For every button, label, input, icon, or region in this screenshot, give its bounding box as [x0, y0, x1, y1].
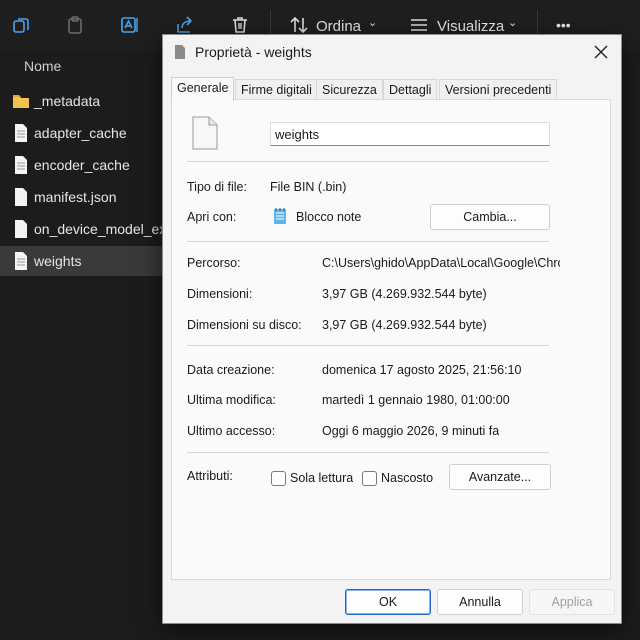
notepad-icon	[274, 208, 286, 224]
file-icon	[15, 220, 27, 238]
sort-button-label[interactable]: Ordina	[316, 18, 361, 35]
list-item[interactable]: manifest.json	[0, 182, 170, 212]
file-type-icon	[192, 116, 218, 150]
dialog-title: Proprietà - weights	[195, 44, 312, 60]
open-with-value: Blocco note	[296, 210, 362, 224]
accessed-label: Ultimo accesso:	[187, 424, 276, 438]
tab-versioni-precedenti[interactable]: Versioni precedenti	[439, 79, 558, 99]
file-name: manifest.json	[34, 189, 117, 205]
view-button-label[interactable]: Visualizza	[437, 18, 504, 35]
path-value: C:\Users\ghido\AppData\Local\Google\Chro…	[322, 256, 560, 270]
list-item[interactable]: encoder_cache	[0, 150, 170, 180]
sort-chevron-icon[interactable]: ⌄	[368, 16, 377, 29]
general-panel: Tipo di file: File BIN (.bin) Apri con: …	[171, 99, 611, 580]
modified-label: Ultima modifica:	[187, 393, 276, 407]
file-icon	[15, 124, 27, 142]
hidden-checkbox[interactable]	[362, 471, 377, 486]
view-chevron-icon[interactable]: ⌄	[508, 16, 517, 29]
disk-size-value: 3,97 GB (4.269.932.544 byte)	[322, 318, 487, 332]
rename-icon[interactable]	[117, 12, 143, 38]
type-value: File BIN (.bin)	[270, 180, 347, 194]
file-name: weights	[34, 253, 82, 269]
tab-dettagli[interactable]: Dettagli	[383, 79, 438, 99]
properties-dialog: Proprietà - weights Generale Firme digit…	[162, 34, 622, 624]
modified-value: martedì 1 gennaio 1980, 01:00:00	[322, 393, 510, 407]
list-item-selected[interactable]: weights	[0, 246, 170, 276]
close-button[interactable]	[587, 39, 615, 65]
list-item[interactable]: on_device_model_exe	[0, 214, 174, 244]
cancel-button[interactable]: Annulla	[437, 589, 523, 615]
folder-icon	[13, 95, 29, 108]
path-label: Percorso:	[187, 256, 241, 270]
attributes-label: Attributi:	[187, 469, 233, 483]
file-icon	[175, 45, 185, 59]
change-button[interactable]: Cambia...	[430, 204, 550, 230]
copy-icon[interactable]	[8, 12, 34, 38]
list-item[interactable]: _metadata	[0, 86, 170, 116]
paste-icon[interactable]	[62, 12, 88, 38]
close-icon	[594, 45, 608, 59]
column-header-name[interactable]: Nome	[24, 58, 61, 74]
readonly-label[interactable]: Sola lettura	[290, 471, 353, 485]
tab-sicurezza[interactable]: Sicurezza	[316, 79, 383, 99]
type-label: Tipo di file:	[187, 180, 247, 194]
apply-button[interactable]: Applica	[529, 589, 615, 615]
advanced-button[interactable]: Avanzate...	[449, 464, 551, 490]
file-icon	[15, 156, 27, 174]
created-label: Data creazione:	[187, 363, 275, 377]
divider	[187, 345, 549, 346]
size-label: Dimensioni:	[187, 287, 253, 301]
open-with-label: Apri con:	[187, 210, 237, 224]
file-name: _metadata	[34, 93, 101, 109]
readonly-checkbox[interactable]	[271, 471, 286, 486]
disk-size-label: Dimensioni su disco:	[187, 318, 302, 332]
file-icon	[15, 188, 27, 206]
accessed-value: Oggi 6 maggio 2026, 9 minuti fa	[322, 424, 500, 438]
size-value: 3,97 GB (4.269.932.544 byte)	[322, 287, 487, 301]
divider	[187, 241, 549, 242]
divider	[187, 161, 549, 162]
divider	[187, 452, 549, 453]
ok-button[interactable]: OK	[345, 589, 431, 615]
tab-firme-digitali[interactable]: Firme digitali	[235, 79, 318, 99]
more-options-icon[interactable]: •••	[556, 17, 571, 33]
file-name: adapter_cache	[34, 125, 127, 141]
file-icon	[15, 252, 27, 270]
created-value: domenica 17 agosto 2025, 21:56:10	[322, 363, 522, 377]
hidden-label[interactable]: Nascosto	[381, 471, 433, 485]
tab-generale[interactable]: Generale	[171, 77, 235, 101]
file-name-input[interactable]	[270, 122, 550, 146]
list-item[interactable]: adapter_cache	[0, 118, 170, 148]
file-name: on_device_model_exe	[34, 221, 175, 237]
file-name: encoder_cache	[34, 157, 130, 173]
